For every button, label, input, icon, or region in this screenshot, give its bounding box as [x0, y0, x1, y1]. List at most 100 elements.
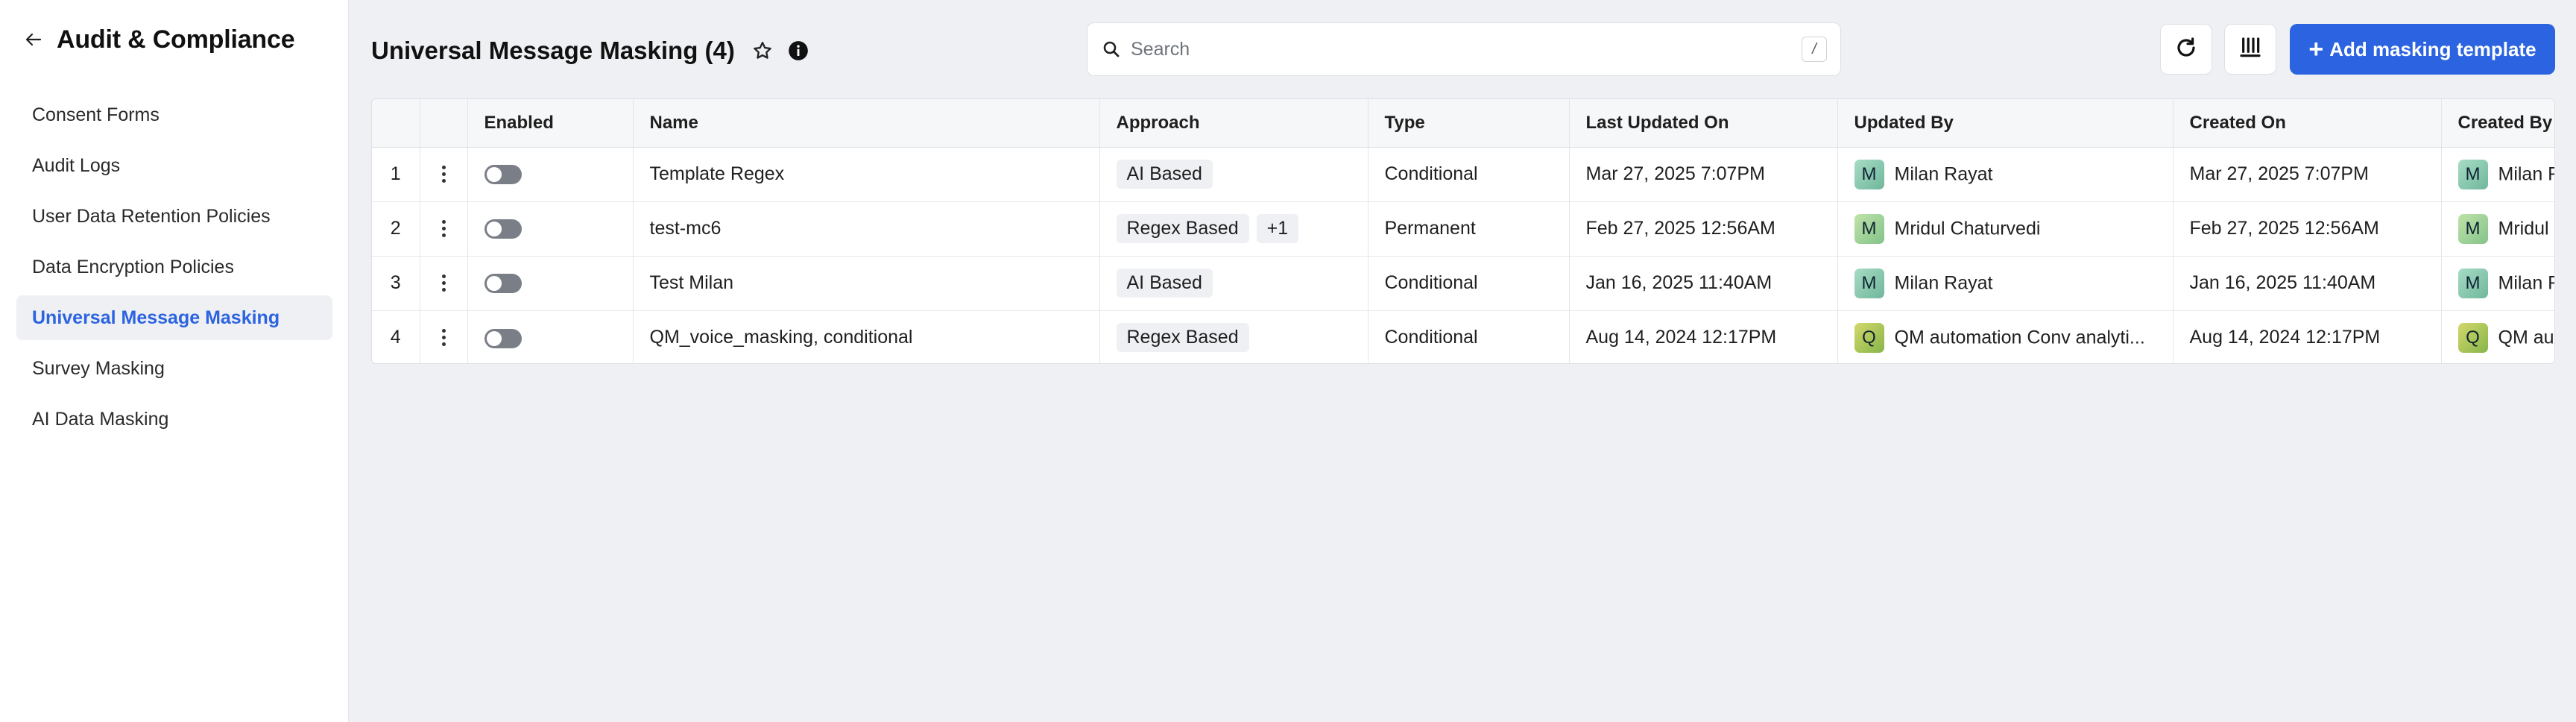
- enabled-cell: [467, 201, 634, 257]
- more-vertical-icon[interactable]: [432, 269, 455, 298]
- more-vertical-icon[interactable]: [432, 160, 455, 189]
- search-bar: /: [1087, 22, 1841, 76]
- avatar: M: [1854, 159, 1884, 189]
- sidebar-item-user-data-retention-policies[interactable]: User Data Retention Policies: [16, 194, 332, 239]
- sidebar-item-audit-logs[interactable]: Audit Logs: [16, 143, 332, 188]
- column-header-actions: [420, 99, 468, 148]
- updated-by-cell: M Milan Rayat: [1837, 256, 2174, 311]
- sidebar-item-data-encryption-policies[interactable]: Data Encryption Policies: [16, 245, 332, 289]
- enabled-toggle[interactable]: [484, 219, 522, 239]
- sidebar-title: Audit & Compliance: [57, 25, 295, 54]
- updated-by-cell: M Milan Rayat: [1837, 147, 2174, 202]
- avatar: Q: [2457, 322, 2488, 353]
- star-icon[interactable]: [750, 38, 775, 63]
- created-by-name: Milan Rayat: [2498, 272, 2555, 293]
- avatar: M: [1854, 213, 1884, 244]
- created-by-cell: M Mridul Chaturvedi: [2441, 201, 2555, 257]
- avatar: M: [2457, 213, 2488, 244]
- row-actions-cell: [420, 147, 468, 202]
- column-header-approach[interactable]: Approach: [1099, 99, 1368, 148]
- name-cell[interactable]: test-mc6: [633, 201, 1100, 257]
- column-header-updated-by[interactable]: Updated By: [1837, 99, 2174, 148]
- created-on-cell: Mar 27, 2025 7:07PM: [2173, 147, 2442, 202]
- name-cell[interactable]: QM_voice_masking, conditional: [633, 310, 1100, 363]
- created-by-cell: M Milan Rayat: [2441, 256, 2555, 311]
- sidebar-item-label: Consent Forms: [32, 104, 160, 125]
- approach-cell: AI Based: [1099, 256, 1368, 311]
- table-row[interactable]: 2 test-mc6 Regex Based +1 Permanent Feb 2…: [372, 201, 2555, 257]
- type-cell: Permanent: [1368, 201, 1570, 257]
- enabled-cell: [467, 310, 634, 363]
- table-row[interactable]: 3 Test Milan AI Based Conditional Jan 16…: [372, 256, 2555, 311]
- approach-cell: Regex Based: [1099, 310, 1368, 363]
- sidebar-item-survey-masking[interactable]: Survey Masking: [16, 346, 332, 391]
- page-header: Universal Message Masking (4): [371, 33, 811, 69]
- enabled-toggle[interactable]: [484, 165, 522, 185]
- sidebar-item-label: AI Data Masking: [32, 408, 169, 430]
- table-header-row: Enabled Name Approach Type Last Updated …: [372, 99, 2554, 148]
- column-header-enabled[interactable]: Enabled: [467, 99, 634, 148]
- table-row[interactable]: 1 Template Regex AI Based Conditional Ma…: [372, 147, 2555, 202]
- approach-tag: Regex Based: [1116, 323, 1249, 353]
- info-icon[interactable]: [786, 38, 811, 63]
- column-header-created-on[interactable]: Created On: [2173, 99, 2442, 148]
- refresh-button[interactable]: [2160, 24, 2212, 75]
- search-icon: [1101, 39, 1122, 60]
- column-header-name[interactable]: Name: [633, 99, 1100, 148]
- row-index: 3: [372, 256, 420, 311]
- enabled-toggle[interactable]: [484, 328, 522, 348]
- row-index: 1: [372, 147, 420, 202]
- last-updated-on-cell: Jan 16, 2025 11:40AM: [1569, 256, 1838, 311]
- created-by-cell: Q QM automation Conv analytics: [2441, 310, 2555, 363]
- sidebar-item-label: User Data Retention Policies: [32, 205, 271, 227]
- sidebar-item-label: Universal Message Masking: [32, 307, 280, 328]
- plus-icon: +: [2308, 35, 2324, 63]
- created-by-cell: M Milan Rayat: [2441, 147, 2555, 202]
- created-by-name: QM automation Conv analytics: [2498, 327, 2555, 348]
- column-header-index: [372, 99, 420, 148]
- approach-tag: AI Based: [1116, 160, 1213, 189]
- column-header-type[interactable]: Type: [1368, 99, 1570, 148]
- row-actions-cell: [420, 310, 468, 363]
- add-masking-template-button[interactable]: + Add masking template: [2290, 24, 2555, 75]
- updated-by-cell: M Mridul Chaturvedi: [1837, 201, 2174, 257]
- table-row[interactable]: 4 QM_voice_masking, conditional Regex Ba…: [372, 310, 2555, 363]
- avatar: Q: [1854, 322, 1884, 353]
- updated-by-name: Milan Rayat: [1894, 163, 1993, 184]
- type-cell: Conditional: [1368, 256, 1570, 311]
- more-vertical-icon[interactable]: [432, 214, 455, 244]
- sidebar-item-consent-forms[interactable]: Consent Forms: [16, 92, 332, 137]
- column-header-created-by[interactable]: Created By: [2441, 99, 2554, 148]
- approach-tag: AI Based: [1116, 269, 1213, 298]
- sidebar-nav: Consent Forms Audit Logs User Data Reten…: [16, 92, 332, 448]
- sidebar-item-ai-data-masking[interactable]: AI Data Masking: [16, 397, 332, 442]
- last-updated-on-cell: Aug 14, 2024 12:17PM: [1569, 310, 1838, 363]
- sidebar-item-universal-message-masking[interactable]: Universal Message Masking: [16, 295, 332, 340]
- created-on-cell: Jan 16, 2025 11:40AM: [2173, 256, 2442, 311]
- last-updated-on-cell: Feb 27, 2025 12:56AM: [1569, 201, 1838, 257]
- avatar: M: [1854, 268, 1884, 298]
- enabled-cell: [467, 256, 634, 311]
- updated-by-name: QM automation Conv analyti...: [1894, 327, 2145, 348]
- updated-by-name: Mridul Chaturvedi: [1894, 218, 2041, 239]
- approach-cell: AI Based: [1099, 147, 1368, 202]
- sidebar-item-label: Data Encryption Policies: [32, 256, 234, 277]
- more-vertical-icon[interactable]: [432, 323, 455, 353]
- search-input[interactable]: [1131, 38, 1802, 60]
- column-header-last-updated-on[interactable]: Last Updated On: [1569, 99, 1838, 148]
- approach-cell: Regex Based +1: [1099, 201, 1368, 257]
- arrow-left-icon[interactable]: [21, 27, 46, 52]
- created-by-name: Milan Rayat: [2498, 163, 2555, 184]
- columns-button[interactable]: [2224, 24, 2276, 75]
- updated-by-name: Milan Rayat: [1894, 272, 1993, 293]
- name-cell[interactable]: Test Milan: [633, 256, 1100, 311]
- created-by-name: Mridul Chaturvedi: [2498, 218, 2555, 239]
- name-cell[interactable]: Template Regex: [633, 147, 1100, 202]
- approach-more-badge[interactable]: +1: [1256, 214, 1299, 243]
- created-on-cell: Feb 27, 2025 12:56AM: [2173, 201, 2442, 257]
- row-index: 4: [372, 310, 420, 363]
- enabled-toggle[interactable]: [484, 274, 522, 294]
- sidebar-item-label: Audit Logs: [32, 154, 121, 176]
- sidebar: Audit & Compliance Consent Forms Audit L…: [0, 0, 349, 722]
- page-title: Universal Message Masking (4): [371, 37, 735, 64]
